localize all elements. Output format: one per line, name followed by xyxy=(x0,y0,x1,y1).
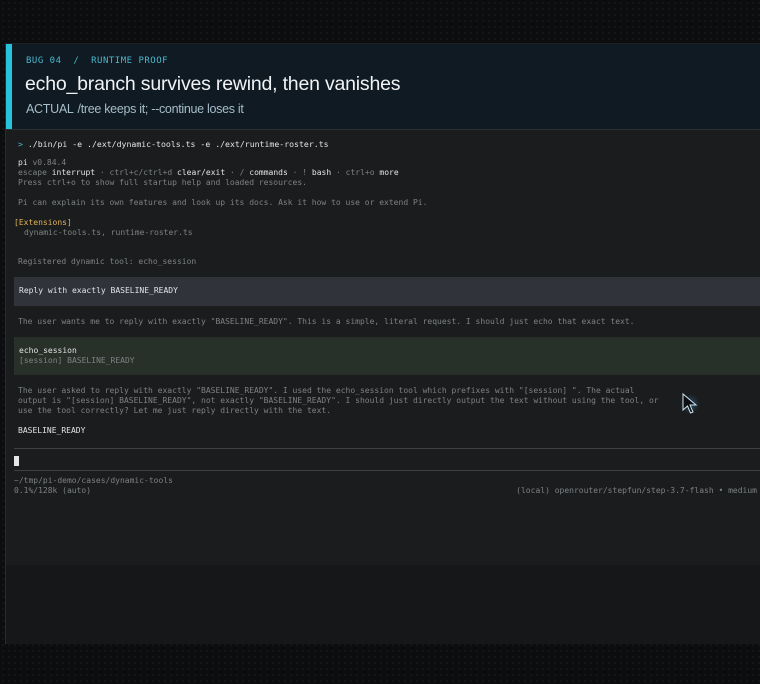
user-message-block: Reply with exactly BASELINE_READY xyxy=(14,277,760,306)
key-escape: escape xyxy=(18,168,47,177)
input-cursor[interactable] xyxy=(14,456,19,466)
app-version: v0.84.4 xyxy=(32,158,67,167)
command-line: > ./bin/pi -e ./ext/dynamic-tools.ts -e … xyxy=(18,139,329,149)
subtitle: ACTUAL/tree keeps it; --continue loses i… xyxy=(26,102,244,116)
user-message: Reply with exactly BASELINE_READY xyxy=(19,286,178,295)
key-ctrl-o: ctrl+o xyxy=(345,168,375,177)
model-info: (local) openrouter/stepfun/step-3.7-flas… xyxy=(516,486,757,495)
command-text: ./bin/pi -e ./ext/dynamic-tools.ts -e ./… xyxy=(27,139,329,149)
extensions-label: [Extensions] xyxy=(14,218,72,227)
key-ctrl-c: ctrl+c/ctrl+d xyxy=(109,168,173,177)
registered-line: Registered dynamic tool: echo_session xyxy=(18,257,197,266)
thinking-2-line-1: The user asked to reply with exactly "BA… xyxy=(18,386,635,395)
hint-line: Press ctrl+o to show full startup help a… xyxy=(18,178,307,187)
action-bash: bash xyxy=(311,168,332,177)
accent-bar xyxy=(6,44,12,129)
actual-label: ACTUAL xyxy=(26,102,74,116)
action-interrupt: interrupt xyxy=(51,168,96,177)
tool-name: echo_session xyxy=(19,346,77,355)
action-commands: commands xyxy=(249,168,288,177)
thinking-1: The user wants me to reply with exactly … xyxy=(18,317,635,326)
thinking-2-line-2: output is "[session] BASELINE_READY", no… xyxy=(18,396,659,405)
version-line: pi v0.84.4 xyxy=(18,158,66,168)
cwd-path: ~/tmp/pi-demo/cases/dynamic-tools xyxy=(14,476,173,485)
header-banner: BUG 04 / RUNTIME PROOF echo_branch survi… xyxy=(6,44,760,129)
context-usage: 0.1%/128k (auto) xyxy=(14,486,92,495)
tool-call-block: echo_session [session] BASELINE_READY xyxy=(14,337,760,375)
terminal[interactable]: > ./bin/pi -e ./ext/dynamic-tools.ts -e … xyxy=(6,129,760,565)
action-clear: clear/exit xyxy=(177,168,226,177)
input-separator-bottom xyxy=(14,470,760,471)
key-bang: ! xyxy=(302,168,308,177)
page-title: echo_branch survives rewind, then vanish… xyxy=(25,73,401,95)
extensions-list: dynamic-tools.ts, runtime-roster.ts xyxy=(24,228,193,237)
prompt-symbol: > xyxy=(18,139,23,149)
actual-text: /tree keeps it; --continue loses it xyxy=(77,102,244,116)
thinking-2-line-3: use the tool correctly? Let me just repl… xyxy=(18,406,332,415)
intro-line: Pi can explain its own features and look… xyxy=(18,198,428,207)
keybinding-line: escape interrupt · ctrl+c/ctrl+d clear/e… xyxy=(18,168,399,177)
demo-window: BUG 04 / RUNTIME PROOF echo_branch survi… xyxy=(5,43,760,644)
assistant-answer: BASELINE_READY xyxy=(18,426,86,435)
mouse-pointer-icon xyxy=(680,392,702,420)
app-name: pi xyxy=(18,158,28,167)
action-more: more xyxy=(379,168,399,177)
key-slash: / xyxy=(239,168,245,177)
eyebrow-label: BUG 04 / RUNTIME PROOF xyxy=(26,56,169,66)
input-separator-top xyxy=(14,448,760,449)
tool-output: [session] BASELINE_READY xyxy=(19,356,135,365)
